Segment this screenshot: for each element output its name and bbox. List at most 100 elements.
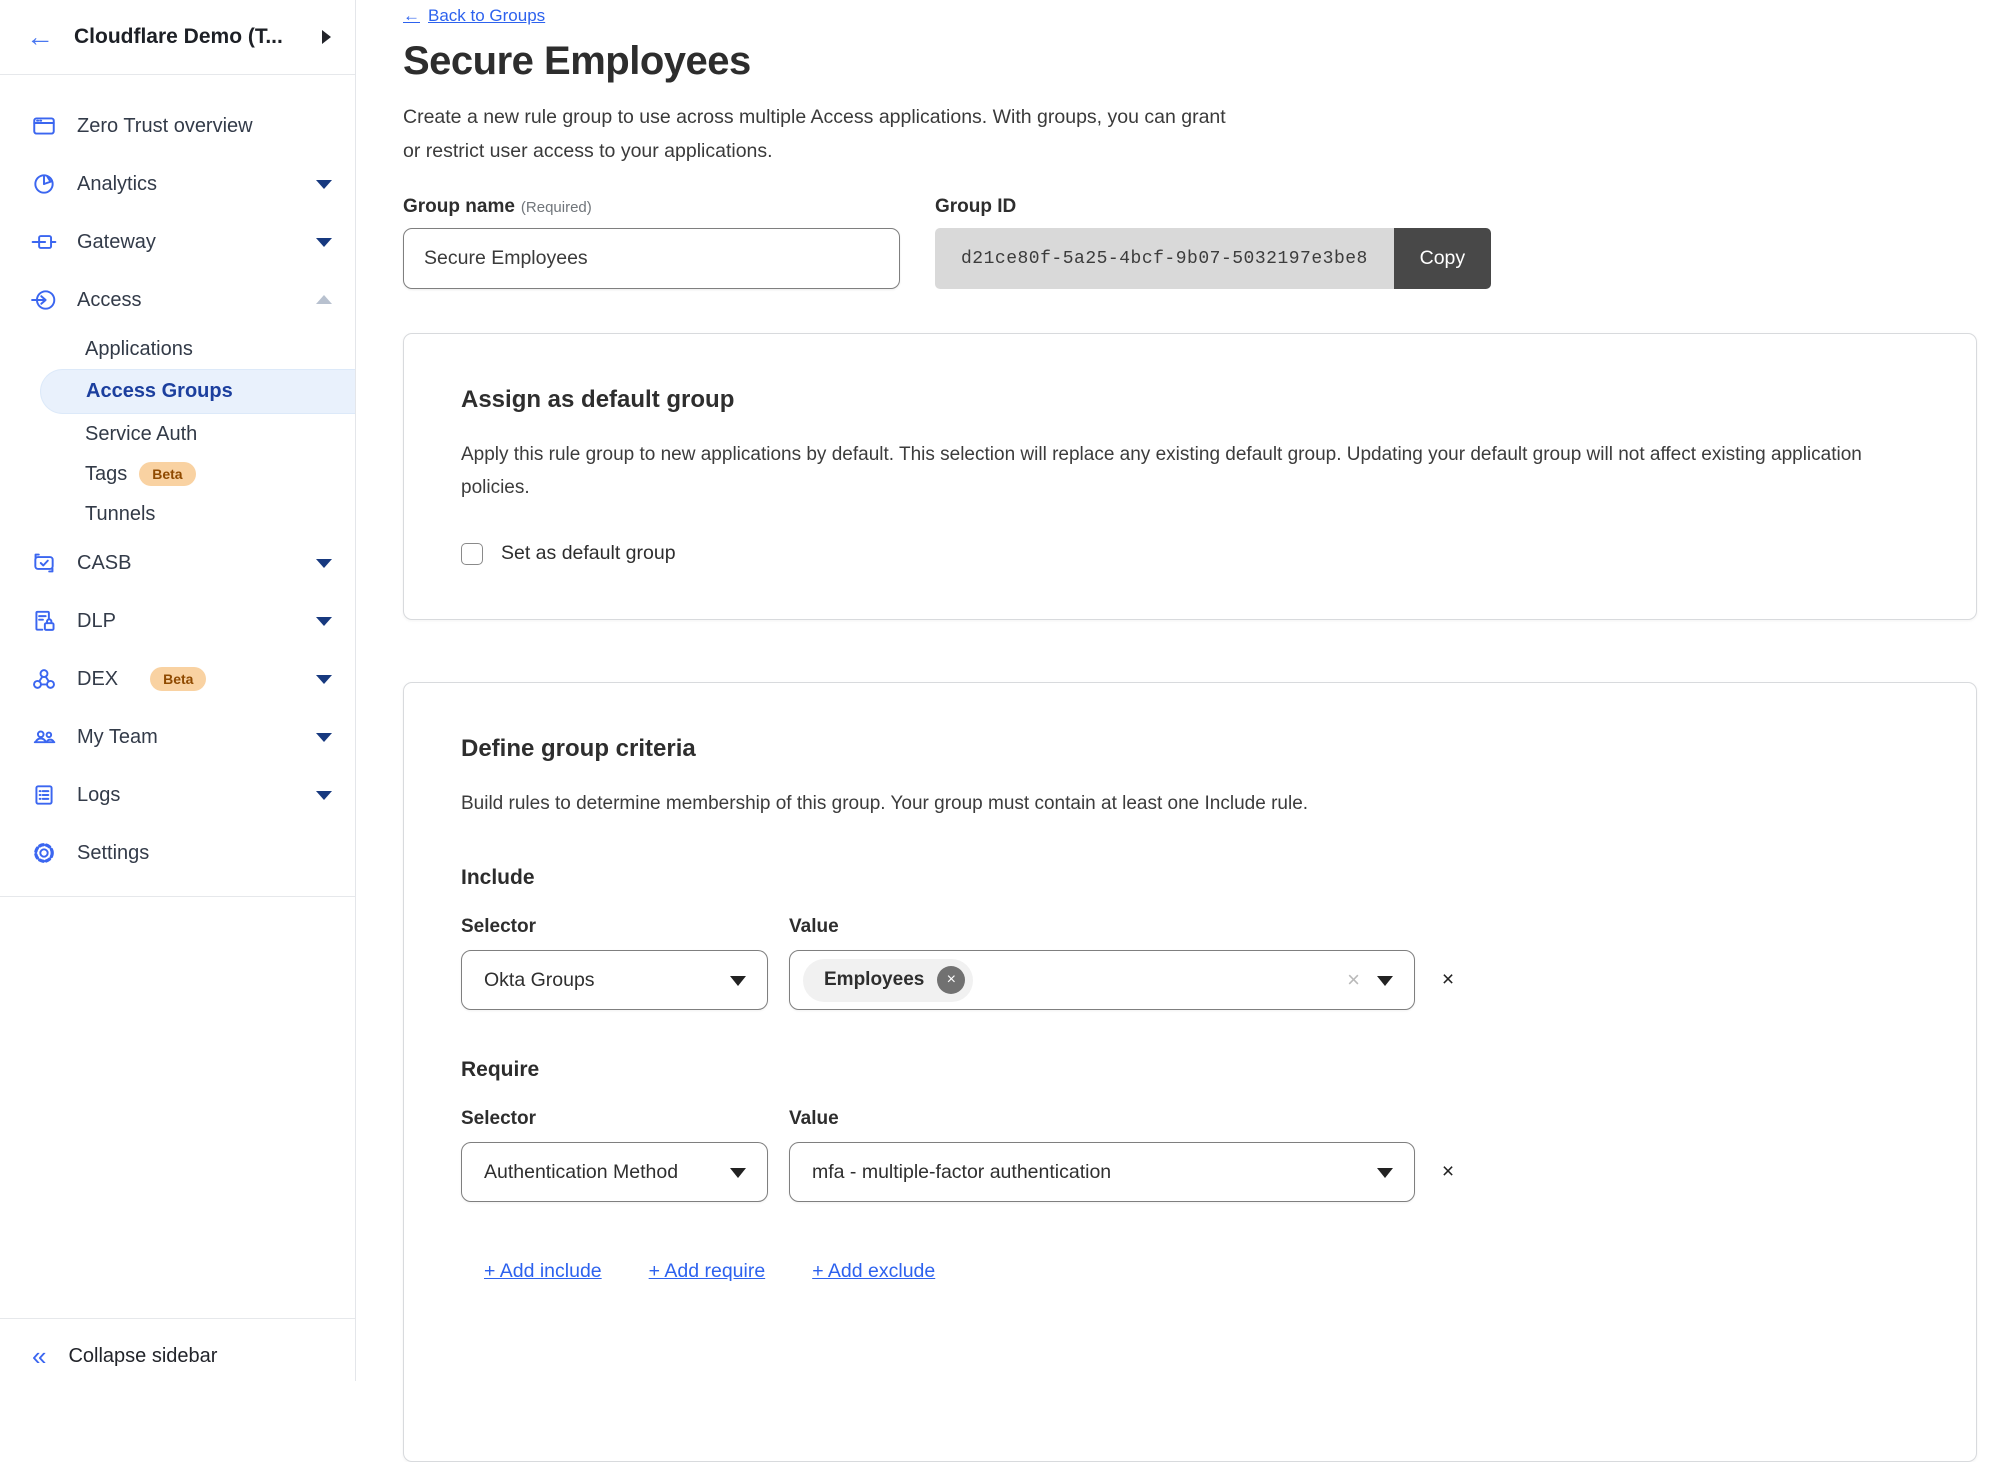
require-selector-label: Selector [461, 1108, 768, 1130]
sidebar-item-access-groups[interactable]: Access Groups [40, 369, 355, 414]
clear-values-icon[interactable]: × [1347, 967, 1360, 993]
page-description-line2: or restrict user access to your applicat… [403, 134, 1999, 168]
sidebar-spacer [0, 897, 355, 1318]
include-heading: Include [461, 866, 1919, 890]
back-to-groups-link[interactable]: ← Back to Groups [403, 6, 545, 26]
required-hint: (Required) [521, 199, 592, 216]
access-login-icon [30, 287, 57, 313]
chevron-down-icon [730, 976, 746, 986]
sidebar-item-label: Access [77, 289, 141, 312]
require-value-label: Value [789, 1108, 1415, 1130]
sidebar-item-label: Service Auth [85, 423, 197, 446]
define-group-criteria-card: Define group criteria Build rules to det… [403, 682, 1977, 1462]
chevron-down-icon[interactable] [316, 559, 332, 568]
sidebar-item-label: Settings [77, 842, 149, 865]
define-group-criteria-title: Define group criteria [461, 735, 1919, 763]
sidebar-item-zero-trust-overview[interactable]: Zero Trust overview [0, 97, 355, 155]
sidebar-item-dlp[interactable]: DLP [0, 592, 355, 650]
beta-badge: Beta [150, 667, 206, 691]
chevron-down-icon[interactable] [316, 238, 332, 247]
sidebar-item-analytics[interactable]: Analytics [0, 155, 355, 213]
sidebar-item-tunnels[interactable]: Tunnels [0, 494, 355, 534]
include-selector-dropdown[interactable]: Okta Groups [461, 950, 768, 1010]
define-group-criteria-body: Build rules to determine membership of t… [461, 787, 1919, 820]
add-require-link[interactable]: + Add require [649, 1260, 766, 1283]
back-link-label: Back to Groups [428, 6, 545, 26]
remove-require-rule-icon[interactable]: × [1442, 1160, 1454, 1184]
assign-default-group-body: Apply this rule group to new application… [461, 438, 1919, 504]
sidebar-item-service-auth[interactable]: Service Auth [0, 414, 355, 454]
collapse-sidebar-button[interactable]: « Collapse sidebar [0, 1318, 355, 1381]
access-submenu: Applications Access Groups Service Auth … [0, 329, 355, 534]
chevron-down-icon[interactable] [316, 617, 332, 626]
sidebar-item-label: Analytics [77, 173, 157, 196]
beta-badge: Beta [139, 462, 195, 486]
employees-chip: Employees × [803, 959, 973, 1002]
copy-button[interactable]: Copy [1394, 228, 1491, 289]
team-people-icon [30, 724, 57, 750]
network-nodes-icon [30, 666, 57, 692]
require-value-dropdown[interactable]: mfa - multiple-factor authentication [789, 1142, 1415, 1202]
sidebar-item-applications[interactable]: Applications [0, 329, 355, 369]
chevron-down-icon [1377, 1168, 1393, 1178]
include-rule-row: Selector Value Okta Groups Employees × ×… [461, 916, 1919, 1010]
pie-chart-icon [30, 171, 57, 197]
sidebar-item-tags[interactable]: Tags Beta [0, 454, 355, 494]
require-selector-dropdown[interactable]: Authentication Method [461, 1142, 768, 1202]
set-default-group-checkbox[interactable] [461, 543, 483, 565]
sidebar-item-gateway[interactable]: Gateway [0, 213, 355, 271]
remove-include-rule-icon[interactable]: × [1442, 968, 1454, 992]
sidebar-item-label: Applications [85, 338, 193, 361]
sidebar-item-label: My Team [77, 726, 158, 749]
group-name-input[interactable] [403, 228, 900, 289]
sidebar-item-settings[interactable]: Settings [0, 824, 355, 882]
assign-default-group-card: Assign as default group Apply this rule … [403, 333, 1977, 620]
gateway-icon [30, 229, 57, 255]
sidebar-item-my-team[interactable]: My Team [0, 708, 355, 766]
chip-remove-icon[interactable]: × [937, 966, 965, 994]
sidebar-header: ← Cloudflare Demo (T... [0, 0, 355, 75]
page-description: Create a new rule group to use across mu… [403, 100, 1999, 168]
chevron-down-icon[interactable] [316, 791, 332, 800]
include-value-label: Value [789, 916, 1415, 938]
collapse-sidebar-label: Collapse sidebar [68, 1345, 217, 1368]
group-name-label: Group name (Required) [403, 196, 900, 218]
sidebar-item-access[interactable]: Access [0, 271, 355, 329]
add-include-link[interactable]: + Add include [484, 1260, 602, 1283]
gear-icon [30, 840, 57, 866]
chevron-down-icon[interactable] [316, 180, 332, 189]
sidebar-item-label: Zero Trust overview [77, 115, 253, 138]
include-selector-label: Selector [461, 916, 768, 938]
chevron-up-icon[interactable] [316, 295, 332, 304]
logs-list-icon [30, 782, 57, 808]
sidebar-item-dex[interactable]: DEX Beta [0, 650, 355, 708]
group-id-value: d21ce80f-5a25-4bcf-9b07-5032197e3be8 [935, 228, 1394, 289]
employees-chip-label: Employees [824, 969, 924, 991]
group-id-label: Group ID [935, 196, 1491, 218]
sidebar-item-casb[interactable]: CASB [0, 534, 355, 592]
chevron-down-icon [730, 1168, 746, 1178]
document-lock-icon [30, 608, 57, 634]
group-id-box: d21ce80f-5a25-4bcf-9b07-5032197e3be8 Cop… [935, 228, 1491, 289]
require-selector-value: Authentication Method [484, 1161, 678, 1184]
sidebar-item-logs[interactable]: Logs [0, 766, 355, 824]
sidebar-item-label: Tags [85, 463, 127, 486]
include-value-multiselect[interactable]: Employees × × [789, 950, 1415, 1010]
include-selector-value: Okta Groups [484, 969, 595, 992]
page-title: Secure Employees [403, 39, 1999, 84]
add-exclude-link[interactable]: + Add exclude [812, 1260, 935, 1283]
back-arrow-icon[interactable]: ← [26, 23, 54, 51]
chevron-down-icon[interactable] [316, 675, 332, 684]
sidebar-item-label: DLP [77, 610, 116, 633]
group-id-field-wrap: Group ID d21ce80f-5a25-4bcf-9b07-5032197… [935, 196, 1491, 289]
double-chevron-left-icon: « [32, 1343, 46, 1369]
add-rule-links: + Add include + Add require + Add exclud… [461, 1260, 1919, 1283]
chevron-right-icon[interactable] [322, 30, 331, 44]
sidebar-item-label: Logs [77, 784, 120, 807]
sidebar-item-label: Access Groups [86, 380, 233, 403]
account-name[interactable]: Cloudflare Demo (T... [74, 25, 302, 49]
group-name-label-text: Group name [403, 196, 515, 217]
sidebar-item-label: Tunnels [85, 503, 155, 526]
set-default-group-label: Set as default group [501, 542, 676, 565]
chevron-down-icon[interactable] [316, 733, 332, 742]
